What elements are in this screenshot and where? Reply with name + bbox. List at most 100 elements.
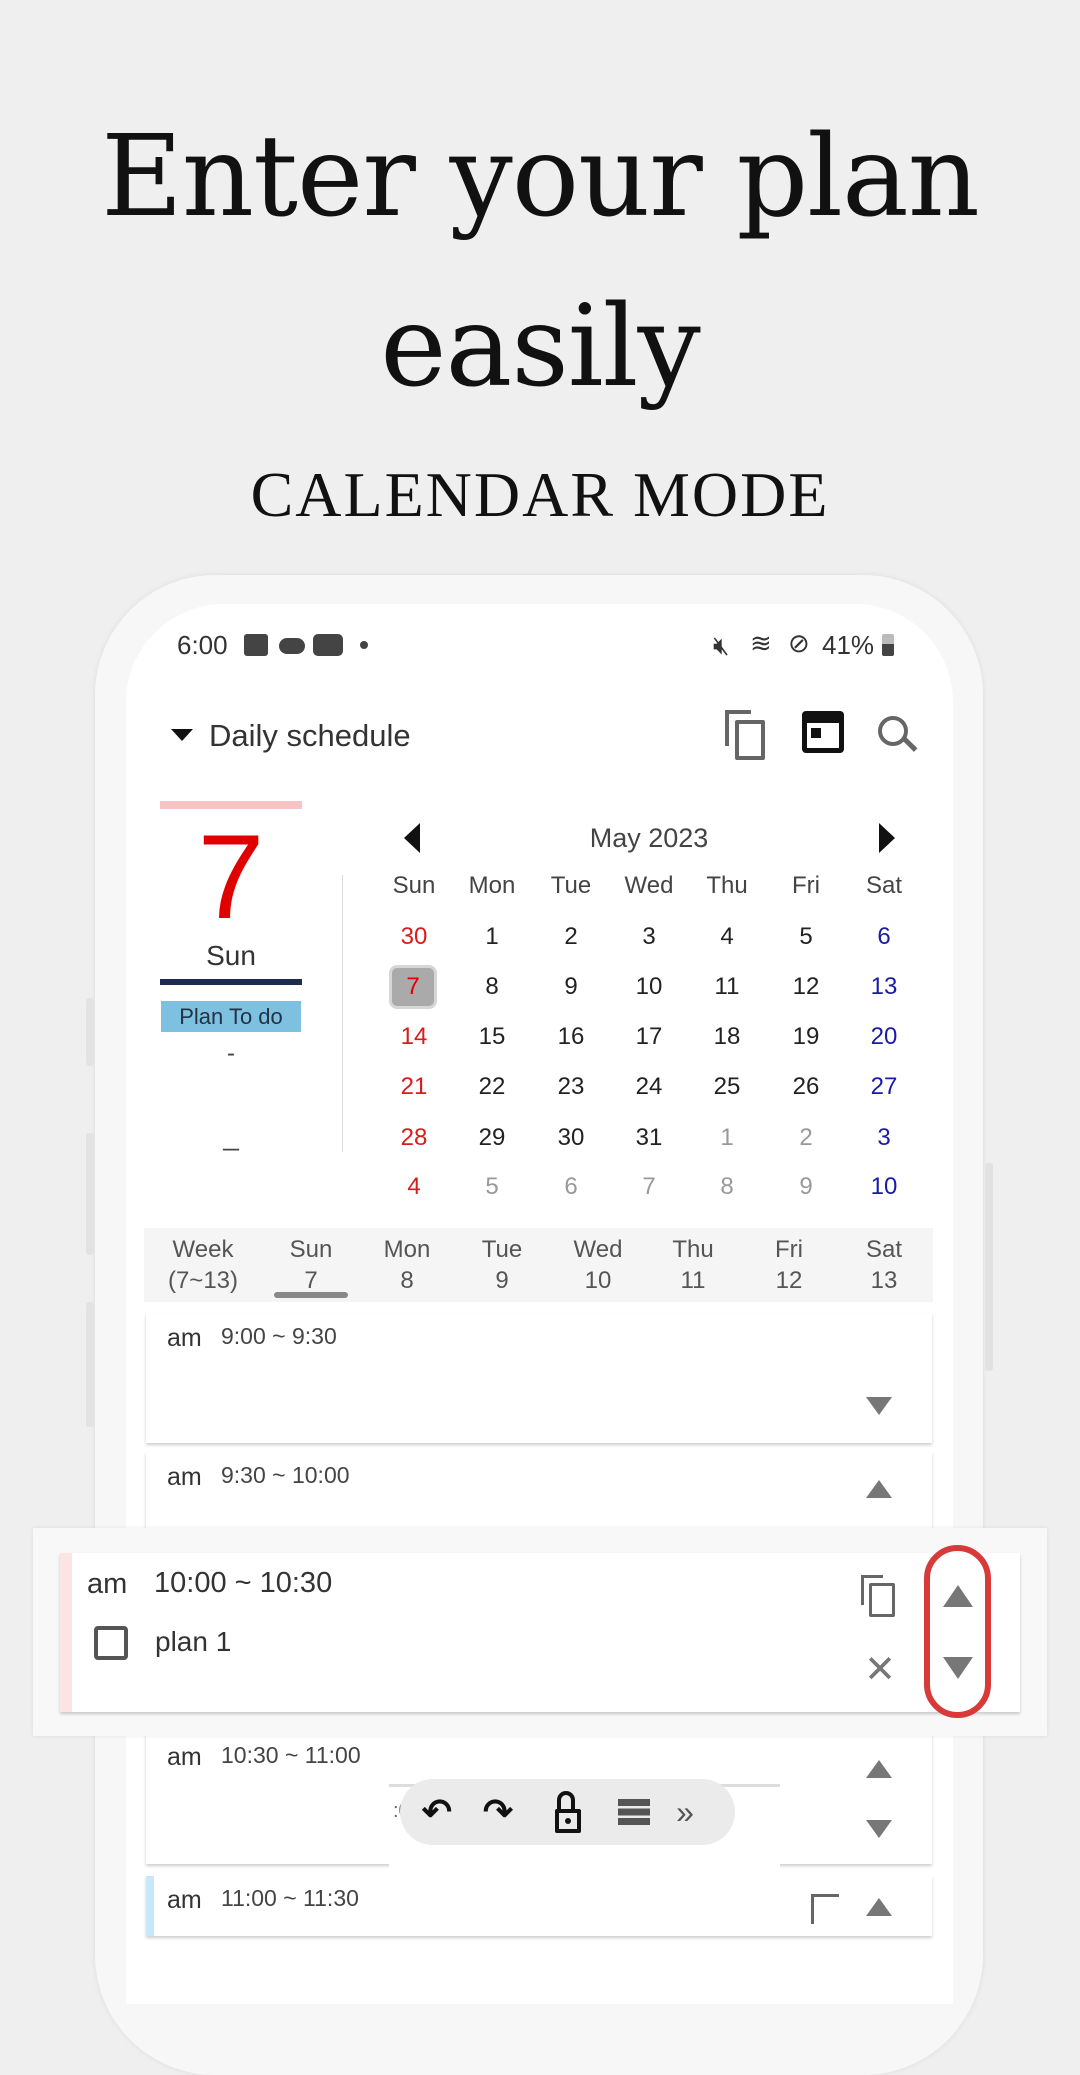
page-title[interactable]: Daily schedule [209, 718, 411, 754]
task-label[interactable]: plan 1 [155, 1626, 231, 1658]
calendar-day[interactable]: 16 [546, 1015, 596, 1059]
calendar-icon[interactable] [802, 711, 844, 753]
calendar-day[interactable]: 8 [467, 965, 517, 1009]
calendar-day[interactable]: 6 [546, 1165, 596, 1209]
calendar-day[interactable]: 28 [389, 1116, 439, 1160]
calendar-day[interactable]: 6 [859, 915, 909, 959]
double-chevron-icon[interactable]: » [662, 1789, 708, 1835]
calendar-day[interactable]: 29 [467, 1116, 517, 1160]
phone-side-button [86, 1302, 94, 1427]
slot-ampm: am [167, 1886, 202, 1914]
time-slot-card[interactable]: am 9:00 ~ 9:30 [146, 1313, 932, 1443]
wifi-icon: ≋ [750, 628, 772, 658]
calendar-day[interactable]: 30 [546, 1116, 596, 1160]
redo-icon[interactable]: ↷ [475, 1789, 521, 1835]
calendar-day[interactable]: 15 [467, 1015, 517, 1059]
calendar-day[interactable]: 1 [467, 915, 517, 959]
panel-divider [342, 875, 343, 1152]
week-tab-date: 8 [400, 1267, 414, 1294]
calendar-day[interactable]: 4 [702, 915, 752, 959]
list-icon[interactable] [618, 1799, 650, 1825]
calendar-day[interactable]: 19 [781, 1015, 831, 1059]
calendar-day[interactable]: 21 [389, 1065, 439, 1109]
slot-time: 9:00 ~ 9:30 [221, 1323, 337, 1349]
week-day-tab[interactable]: Wed 10 [548, 1234, 648, 1296]
slot-ampm: am [87, 1568, 128, 1600]
unlock-icon[interactable] [555, 1791, 581, 1835]
week-day-tab[interactable]: Thu 11 [643, 1234, 743, 1296]
move-up-icon[interactable] [866, 1480, 892, 1498]
week-tab-label: Fri [775, 1236, 803, 1263]
todo-line: _ [223, 1120, 239, 1151]
move-up-icon[interactable] [866, 1760, 892, 1778]
calendar-day[interactable]: 12 [781, 965, 831, 1009]
headline-line1: Enter your plan [101, 112, 980, 242]
calendar-day[interactable]: 24 [624, 1065, 674, 1109]
time-slot-card[interactable]: am 9:30 ~ 10:00 [146, 1452, 932, 1540]
week-tab-label: Tue [481, 1236, 523, 1263]
calendar-day[interactable]: 5 [781, 915, 831, 959]
weekday-header: Tue [550, 872, 592, 899]
move-up-icon[interactable] [943, 1585, 973, 1607]
calendar-day[interactable]: 1 [702, 1116, 752, 1160]
next-month-icon[interactable] [879, 823, 895, 853]
calendar-day[interactable]: 10 [624, 965, 674, 1009]
calendar-day[interactable]: 23 [546, 1065, 596, 1109]
calendar-day[interactable]: 30 [389, 915, 439, 959]
weekday-header: Mon [468, 872, 516, 899]
week-day-tab[interactable]: Fri 12 [739, 1234, 839, 1296]
slot-ampm: am [167, 1743, 202, 1771]
calendar-day[interactable]: 22 [467, 1065, 517, 1109]
move-down-icon[interactable] [866, 1397, 892, 1415]
calendar-day[interactable]: 26 [781, 1065, 831, 1109]
phone-side-button [86, 1133, 94, 1255]
calendar-day[interactable]: 2 [546, 915, 596, 959]
calendar-day[interactable]: 17 [624, 1015, 674, 1059]
plan-todo-badge[interactable]: Plan To do [161, 1001, 301, 1032]
week-day-tab[interactable]: Mon 8 [357, 1234, 457, 1296]
move-down-icon[interactable] [866, 1820, 892, 1838]
calendar-day[interactable]: 7 [389, 965, 437, 1009]
weekday-header: Wed [624, 872, 674, 899]
time-slot-card-highlighted[interactable]: am 10:00 ~ 10:30 plan 1 ✕ [60, 1553, 1020, 1712]
move-down-icon[interactable] [943, 1657, 973, 1679]
prev-month-icon[interactable] [404, 823, 420, 853]
move-up-icon[interactable] [866, 1898, 892, 1916]
calendar-day[interactable]: 3 [624, 915, 674, 959]
copy-icon[interactable] [861, 1575, 897, 1617]
slot-ampm: am [167, 1324, 202, 1352]
calendar-day[interactable]: 11 [702, 965, 752, 1009]
calendar-day[interactable]: 20 [859, 1015, 909, 1059]
floating-toolbar: ↶ ↷ » [400, 1779, 735, 1845]
calendar-day[interactable]: 13 [859, 965, 909, 1009]
week-range-tab[interactable]: Week (7~13) [153, 1234, 253, 1296]
calendar-day[interactable]: 31 [624, 1116, 674, 1160]
slot-time: 9:30 ~ 10:00 [221, 1462, 350, 1488]
month-title: May 2023 [589, 823, 709, 853]
task-checkbox[interactable] [94, 1626, 128, 1660]
calendar-day[interactable]: 3 [859, 1116, 909, 1160]
weekday-header: Sat [865, 872, 903, 899]
calendar-day[interactable]: 5 [467, 1165, 517, 1209]
calendar-day[interactable]: 14 [389, 1015, 439, 1059]
calendar-day[interactable]: 2 [781, 1116, 831, 1160]
phone-side-button [86, 998, 94, 1066]
week-day-tab[interactable]: Tue 9 [452, 1234, 552, 1296]
calendar-day[interactable]: 25 [702, 1065, 752, 1109]
delete-icon[interactable]: ✕ [862, 1649, 898, 1691]
weekday-header: Sun [392, 872, 436, 899]
calendar-day[interactable]: 10 [859, 1165, 909, 1209]
undo-icon[interactable]: ↶ [414, 1789, 460, 1835]
calendar-day[interactable]: 8 [702, 1165, 752, 1209]
copy-icon[interactable] [725, 710, 771, 760]
week-tab-date: 12 [775, 1267, 803, 1294]
dropdown-caret-icon[interactable] [171, 729, 193, 741]
week-day-tab[interactable]: Sat 13 [834, 1234, 934, 1296]
calendar-day[interactable]: 27 [859, 1065, 909, 1109]
week-day-tab[interactable]: Sun 7 [261, 1234, 361, 1296]
calendar-day[interactable]: 9 [546, 965, 596, 1009]
calendar-day[interactable]: 4 [389, 1165, 439, 1209]
calendar-day[interactable]: 7 [624, 1165, 674, 1209]
calendar-day[interactable]: 9 [781, 1165, 831, 1209]
calendar-day[interactable]: 18 [702, 1015, 752, 1059]
